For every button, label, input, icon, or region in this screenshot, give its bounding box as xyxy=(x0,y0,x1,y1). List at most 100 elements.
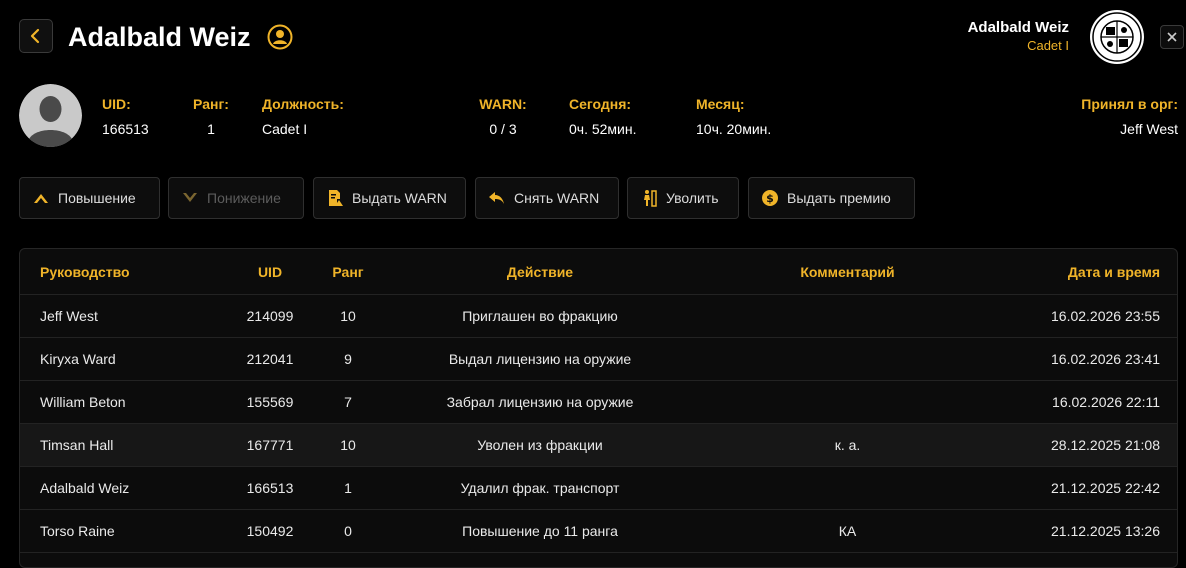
stat-label: Сегодня: xyxy=(569,96,632,112)
table-row[interactable]: Adalbald Weiz 166513 1 Удалил фрак. тран… xyxy=(20,466,1177,509)
chevron-up-icon xyxy=(32,189,50,207)
exit-person-icon xyxy=(640,189,658,207)
stat-warn: WARN: 0 / 3 xyxy=(478,95,528,138)
stat-position: Должность: Cadet I xyxy=(262,95,344,138)
cell-leader: Timsan Hall xyxy=(40,437,114,453)
back-button[interactable] xyxy=(19,19,53,53)
cell-action: Уволен из фракции xyxy=(477,437,603,453)
stat-label: Ранг: xyxy=(193,96,229,112)
button-label: Понижение xyxy=(207,190,281,206)
stat-value: 166513 xyxy=(102,121,149,137)
svg-text:$: $ xyxy=(766,192,774,205)
cell-uid: 155569 xyxy=(246,394,294,410)
cell-datetime: 16.02.2026 23:55 xyxy=(1051,308,1160,324)
cell-action: Забрал лицензию на оружие xyxy=(446,394,634,410)
cell-leader: Jeff West xyxy=(40,308,98,324)
current-user-name: Adalbald Weiz xyxy=(967,19,1069,36)
stat-value: 0 / 3 xyxy=(489,121,517,137)
stat-uid: UID: 166513 xyxy=(102,95,149,138)
column-header: Комментарий xyxy=(800,263,895,280)
cell-comment xyxy=(720,338,975,380)
table-header: Руководство UID Ранг Действие Комментари… xyxy=(20,249,1177,294)
give-bonus-button[interactable]: $ Выдать премию xyxy=(748,177,915,219)
table-row[interactable]: William Beton 155569 7 Забрал лицензию н… xyxy=(20,380,1177,423)
button-label: Выдать премию xyxy=(787,190,891,206)
column-header: Дата и время xyxy=(1067,263,1160,280)
stat-label: WARN: xyxy=(479,96,527,112)
stat-rank: Ранг: 1 xyxy=(192,95,230,138)
stat-value: 1 xyxy=(207,121,215,137)
button-label: Снять WARN xyxy=(514,190,600,206)
current-user-rank: Cadet I xyxy=(1027,38,1069,53)
cell-action: Выдал лицензию на оружие xyxy=(448,351,632,367)
close-button[interactable] xyxy=(1160,25,1184,49)
undo-arrow-icon xyxy=(488,189,506,207)
cell-datetime: 21.12.2025 22:42 xyxy=(1051,480,1160,496)
avatar xyxy=(19,84,82,147)
table-row[interactable] xyxy=(20,552,1177,567)
stat-label: Должность: xyxy=(262,96,344,112)
column-header: UID xyxy=(257,263,283,280)
stat-value: Jeff West xyxy=(1120,121,1178,137)
cell-rank: 1 xyxy=(344,480,352,496)
cell-leader: Adalbald Weiz xyxy=(40,480,130,496)
cell-rank: 10 xyxy=(340,437,356,453)
stat-value: Cadet I xyxy=(262,121,308,137)
cell-leader: Kiryxa Ward xyxy=(40,351,116,367)
button-label: Выдать WARN xyxy=(352,190,447,206)
button-label: Уволить xyxy=(666,190,719,206)
cell-action: Приглашен во фракцию xyxy=(462,308,618,324)
cell-uid: 150492 xyxy=(246,523,294,539)
stat-value: 10ч. 20мин. xyxy=(696,121,772,137)
cell-comment: к. а. xyxy=(834,437,861,453)
cell-datetime: 28.12.2025 21:08 xyxy=(1051,437,1160,453)
cell-uid: 212041 xyxy=(246,351,294,367)
close-icon xyxy=(1167,32,1177,42)
column-header: Действие xyxy=(506,263,574,280)
cell-datetime: 16.02.2026 23:41 xyxy=(1051,351,1160,367)
remove-warn-button[interactable]: Снять WARN xyxy=(475,177,619,219)
cell-datetime: 16.02.2026 22:11 xyxy=(1052,394,1160,410)
cell-datetime: 21.12.2025 13:26 xyxy=(1051,523,1160,539)
dollar-coin-icon: $ xyxy=(761,189,779,207)
cell-action xyxy=(380,553,700,567)
history-table: Руководство UID Ранг Действие Комментари… xyxy=(19,248,1178,568)
chevron-left-icon xyxy=(30,28,40,44)
stat-accepted-by: Принял в орг: Jeff West xyxy=(1081,95,1178,138)
cell-uid: 167771 xyxy=(246,437,294,453)
cell-rank: 10 xyxy=(340,308,356,324)
cell-comment xyxy=(720,295,975,337)
column-header: Руководство xyxy=(40,263,130,280)
give-warn-button[interactable]: Выдать WARN xyxy=(313,177,466,219)
chevron-down-icon xyxy=(181,189,199,207)
table-row[interactable]: Jeff West 214099 10 Приглашен во фракцию… xyxy=(20,294,1177,337)
button-label: Повышение xyxy=(58,190,136,206)
cell-leader: William Beton xyxy=(40,394,126,410)
table-row[interactable]: Kiryxa Ward 212041 9 Выдал лицензию на о… xyxy=(20,337,1177,380)
cell-action: Повышение до 11 ранга xyxy=(462,523,618,539)
warn-document-icon xyxy=(326,189,344,207)
table-row[interactable]: Timsan Hall 167771 10 Уволен из фракции … xyxy=(20,423,1177,466)
cell-comment xyxy=(720,381,975,423)
cell-rank: 7 xyxy=(344,394,352,410)
current-user: Adalbald Weiz Cadet I xyxy=(968,19,1069,55)
stat-month: Месяц: 10ч. 20мин. xyxy=(696,95,771,138)
cell-rank: 0 xyxy=(344,523,352,539)
demote-button[interactable]: Понижение xyxy=(168,177,304,219)
table-row[interactable]: Torso Raine 150492 0 Повышение до 11 ран… xyxy=(20,509,1177,552)
cell-uid xyxy=(210,553,330,567)
cell-uid: 214099 xyxy=(246,308,294,324)
stat-label: Принял в орг: xyxy=(1081,96,1178,112)
stat-label: UID: xyxy=(102,96,131,112)
column-header: Ранг xyxy=(332,263,364,280)
cell-rank xyxy=(318,553,378,567)
cell-leader: Torso Raine xyxy=(40,523,115,539)
cell-comment xyxy=(720,467,975,509)
page-title: Adalbald Weiz xyxy=(68,22,251,52)
stat-label: Месяц: xyxy=(696,96,745,112)
cell-comment: КА xyxy=(838,523,857,539)
promote-button[interactable]: Повышение xyxy=(19,177,160,219)
cell-action: Удалил фрак. транспорт xyxy=(460,480,620,496)
cell-comment xyxy=(720,553,975,567)
fire-button[interactable]: Уволить xyxy=(627,177,739,219)
